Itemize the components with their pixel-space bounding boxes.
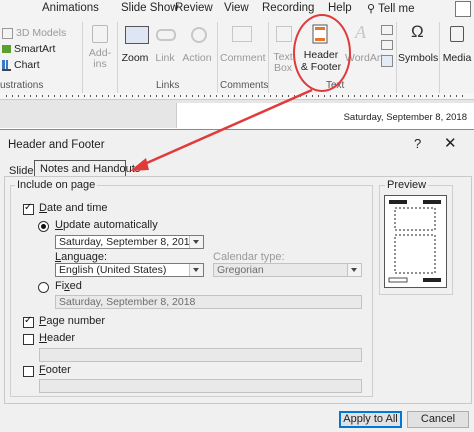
page-number-checkbox[interactable] <box>23 315 34 328</box>
cancel-button[interactable]: Cancel <box>407 411 469 428</box>
header-footer-dialog: Header and Footer ? ✕ Slide Notes and Ha… <box>0 129 474 432</box>
footer-checkbox[interactable] <box>23 366 34 377</box>
comment-icon <box>232 26 252 42</box>
media-label: Media <box>442 52 472 64</box>
preview-label: Preview <box>385 179 429 191</box>
addins-button[interactable]: Add- ins <box>86 22 114 78</box>
language-label: Language: <box>55 251 108 263</box>
footer-label: Footer <box>39 364 71 376</box>
tab-review[interactable]: Review <box>175 2 213 14</box>
ribbon-tabbar: Animations Slide Show Review View Record… <box>0 0 474 18</box>
language-select[interactable]: English (United States) <box>55 263 204 277</box>
calendar-type-select[interactable]: Gregorian <box>213 263 362 277</box>
group-separator <box>217 22 218 94</box>
link-icon <box>156 29 176 41</box>
tab-animations[interactable]: Animations <box>42 2 99 14</box>
comment-button[interactable]: Comment <box>220 22 266 72</box>
tell-me-search[interactable]: ⚲ Tell me <box>367 2 415 15</box>
date-format-value: Saturday, September 8, 2018 <box>59 236 196 248</box>
header-text-input[interactable] <box>39 348 362 362</box>
lightbulb-icon: ⚲ <box>367 3 376 15</box>
cube-icon <box>2 27 13 39</box>
date-time-label: Date and time <box>39 202 108 214</box>
action-label: Action <box>182 52 212 64</box>
fixed-label: Fixed <box>55 280 82 292</box>
models-3d-label: 3D Models <box>16 27 67 39</box>
action-button[interactable]: Action <box>180 22 214 72</box>
models-3d-button[interactable]: 3D Models <box>2 27 66 39</box>
share-icon[interactable] <box>455 1 471 17</box>
tab-recording[interactable]: Recording <box>262 2 314 14</box>
ruler-ticks <box>6 95 466 97</box>
update-automatically-radio[interactable] <box>38 221 49 232</box>
fixed-date-value: Saturday, September 8, 2018 <box>59 296 196 308</box>
group-separator <box>268 22 269 94</box>
fixed-radio[interactable] <box>38 282 49 293</box>
chart-button[interactable]: Chart <box>2 59 40 71</box>
date-time-checkbox[interactable] <box>23 202 34 215</box>
tab-notes-handouts-label: Notes and Handouts <box>40 163 141 175</box>
slide-date-text: Saturday, September 8, 2018 <box>343 112 467 123</box>
symbols-button[interactable]: Ω Symbols <box>398 22 438 72</box>
ribbon: Animations Slide Show Review View Record… <box>0 0 474 128</box>
language-value: English (United States) <box>59 264 167 276</box>
zoom-button[interactable]: Zoom <box>120 22 150 72</box>
tab-notes-handouts[interactable]: Notes and Handouts <box>34 160 140 177</box>
apply-to-all-button[interactable]: Apply to All <box>339 411 402 428</box>
header-checkbox[interactable] <box>23 334 34 345</box>
include-on-page-label: Include on page <box>15 179 98 191</box>
zoom-icon <box>125 26 149 44</box>
object-icon[interactable] <box>381 55 393 67</box>
bar-chart-icon <box>2 59 11 71</box>
smartart-button[interactable]: SmartArt <box>2 43 55 55</box>
textbox-icon <box>276 26 292 42</box>
link-label: Link <box>155 52 175 64</box>
zoom-label: Zoom <box>121 52 149 64</box>
group-separator <box>82 22 83 94</box>
date-time-icon[interactable] <box>381 25 393 35</box>
group-separator <box>117 22 118 94</box>
comments-group-label: Comments <box>220 80 269 91</box>
fixed-date-input[interactable]: Saturday, September 8, 2018 <box>55 295 362 309</box>
close-icon[interactable]: ✕ <box>444 134 457 152</box>
preview-thumbnail <box>384 195 447 288</box>
wordart-icon: A <box>355 22 366 42</box>
illustrations-group-label: ustrations <box>0 80 44 91</box>
slide-canvas[interactable]: Saturday, September 8, 2018 <box>176 103 474 128</box>
chart-label: Chart <box>14 59 40 71</box>
omega-icon: Ω <box>411 22 424 41</box>
chevron-down-icon <box>189 264 203 276</box>
links-group-label: Links <box>156 80 180 91</box>
addins-icon <box>92 25 108 43</box>
calendar-type-value: Gregorian <box>217 264 264 276</box>
dialog-title: Header and Footer <box>8 139 105 151</box>
tab-slide-show[interactable]: Slide Show <box>121 2 179 14</box>
update-automatically-label: Update automatically <box>55 219 158 231</box>
tab-help[interactable]: Help <box>328 2 352 14</box>
media-button[interactable]: Media <box>440 22 474 72</box>
calendar-type-label: Calendar type: <box>213 251 285 263</box>
symbols-label: Symbols <box>398 52 439 64</box>
chevron-down-icon <box>347 264 361 276</box>
smartart-label: SmartArt <box>14 43 56 55</box>
group-separator <box>396 22 397 94</box>
comment-label: Comment <box>220 52 266 64</box>
link-button[interactable]: Link <box>152 22 178 72</box>
page-number-label: Page number <box>39 315 106 327</box>
slide-number-icon[interactable] <box>381 40 393 50</box>
tell-me-label: Tell me <box>378 3 415 15</box>
annotation-circle <box>293 14 351 92</box>
footer-text-input[interactable] <box>39 379 362 393</box>
action-icon <box>191 27 207 43</box>
tab-page: Include on page Date and time Update aut… <box>4 176 472 404</box>
smartart-icon <box>2 45 11 53</box>
speaker-icon <box>450 26 464 42</box>
header-label: Header <box>39 332 76 344</box>
help-icon[interactable]: ? <box>414 136 421 151</box>
chevron-down-icon <box>189 236 203 248</box>
tab-view[interactable]: View <box>224 2 249 14</box>
addins-label: Add- ins <box>88 47 112 70</box>
date-format-select[interactable]: Saturday, September 8, 2018 <box>55 235 204 249</box>
